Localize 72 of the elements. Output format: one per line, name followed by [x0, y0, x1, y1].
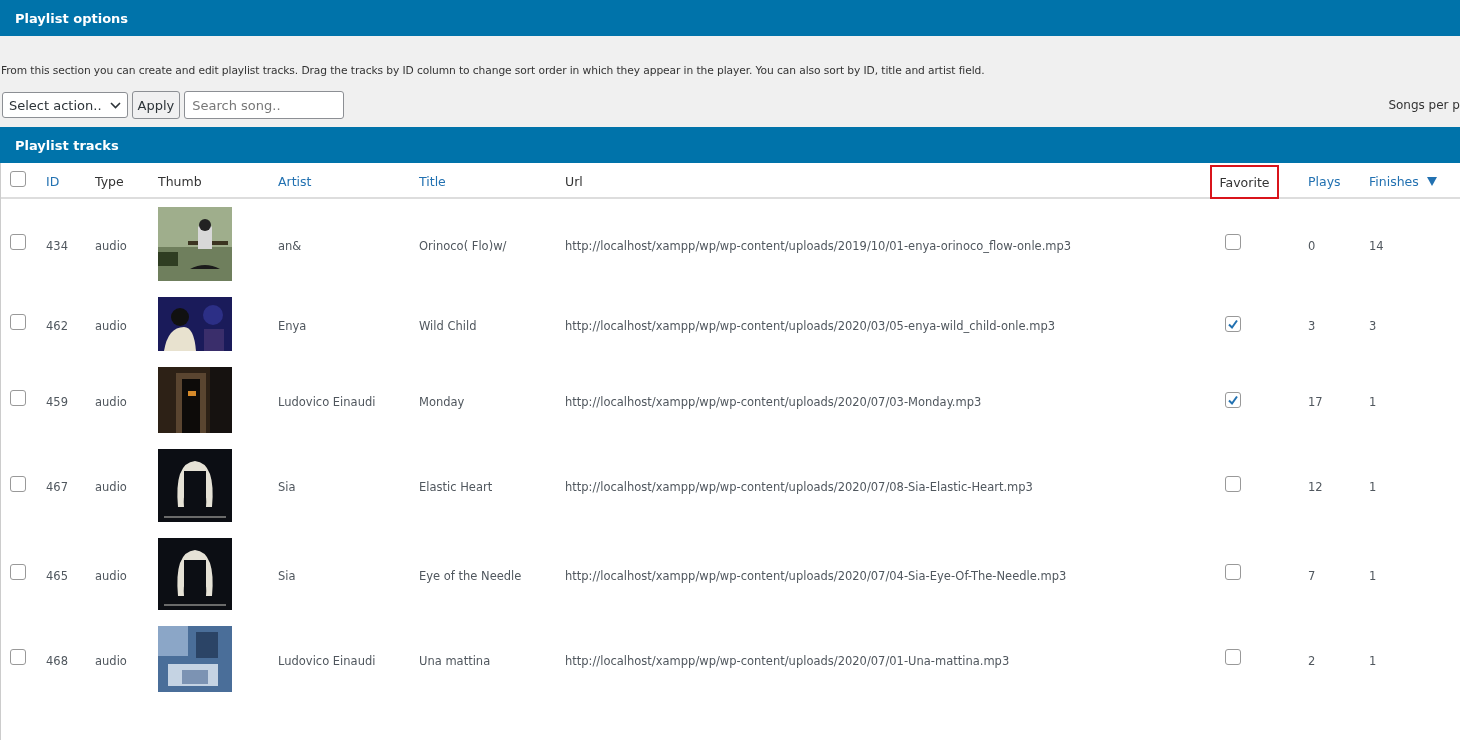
action-select[interactable]: Select action..	[2, 92, 128, 118]
column-header: Favorite	[1210, 165, 1279, 199]
column-header[interactable]: Plays	[1308, 173, 1369, 189]
url-cell: http://localhost/xampp/wp/wp-content/uploads/2019/10/01-enya-orinoco_flow-onle.mp3	[565, 238, 1072, 253]
type-cell: audio	[95, 653, 127, 668]
checkbox[interactable]	[1225, 475, 1241, 492]
artist-cell: Sia	[278, 480, 296, 494]
checkbox[interactable]	[10, 234, 26, 250]
column-header: Thumb	[158, 173, 203, 189]
artist-cell: Sia	[278, 568, 296, 583]
title-cell: Una mattina	[419, 653, 491, 668]
apply-button[interactable]: Apply	[131, 91, 181, 119]
column-header[interactable]: Finishes	[1369, 173, 1460, 189]
checkbox[interactable]	[10, 475, 26, 492]
title-cell: Wild Child	[419, 318, 477, 333]
plays-cell: 3	[1308, 318, 1316, 333]
title-cell: Monday	[419, 394, 465, 409]
plays-cell: 7	[1308, 568, 1316, 583]
checkbox[interactable]	[10, 564, 26, 580]
plays-cell: 0	[1308, 238, 1316, 253]
panel-title: Playlist tracks	[15, 137, 119, 153]
id-cell: 462	[46, 318, 68, 333]
type-cell: audio	[95, 394, 127, 409]
finishes-cell: 1	[1369, 394, 1377, 409]
artist-cell: Ludovico Einaudi	[278, 653, 376, 668]
plays-cell: 17	[1308, 394, 1323, 409]
id-cell: 465	[46, 568, 68, 583]
url-cell: http://localhost/xampp/wp/wp-content/uploads/2020/07/01-Una-mattina.mp3	[565, 653, 1010, 668]
checkbox[interactable]	[1225, 315, 1241, 332]
finishes-cell: 14	[1369, 238, 1384, 253]
type-cell: audio	[95, 238, 127, 253]
column-header[interactable]: ID	[46, 173, 95, 189]
type-cell: audio	[95, 480, 127, 494]
type-cell: audio	[95, 318, 127, 333]
checkbox[interactable]	[10, 171, 26, 187]
songs-per-page-label: Songs per p	[1388, 98, 1460, 112]
title-cell: Eye of the Needle	[419, 568, 522, 583]
search-field[interactable]: Search song..	[184, 91, 345, 119]
url-cell: http://localhost/xampp/wp/wp-content/uploads/2020/03/05-enya-wild_child-onle.mp3	[565, 318, 1055, 333]
finishes-cell: 1	[1369, 568, 1377, 583]
id-cell: 434	[46, 238, 68, 253]
chevron-down-icon	[109, 101, 121, 109]
column-header: Type	[95, 173, 125, 189]
column-header[interactable]: Artist	[278, 173, 419, 189]
description-text: From this section you can create and edit playlist tracks. Drag the tracks by ID column to change sort order in which they appear in the player. You can also sort by ID, title and artist field.	[1, 64, 986, 77]
checkbox[interactable]	[1225, 391, 1241, 408]
column-header: Url	[565, 173, 584, 189]
artist-cell: an&	[278, 238, 302, 253]
finishes-cell: 1	[1369, 480, 1377, 494]
column-header[interactable]: Title	[419, 173, 565, 189]
finishes-cell: 1	[1369, 653, 1377, 668]
plays-cell: 12	[1308, 480, 1323, 494]
checkbox[interactable]	[1225, 649, 1241, 665]
checkbox[interactable]	[1225, 234, 1241, 250]
finishes-cell: 3	[1369, 318, 1377, 333]
artist-cell: Ludovico Einaudi	[278, 394, 376, 409]
url-cell: http://localhost/xampp/wp/wp-content/uploads/2020/07/08-Sia-Elastic-Heart.mp3	[565, 480, 1033, 494]
title-cell: Orinoco( Flo)w/	[419, 238, 507, 253]
url-cell: http://localhost/xampp/wp/wp-content/uploads/2020/07/04-Sia-Eye-Of-The-Needle.mp3	[565, 568, 1067, 583]
title-cell: Elastic Heart	[419, 480, 493, 494]
checkbox[interactable]	[10, 649, 26, 665]
url-cell: http://localhost/xampp/wp/wp-content/uploads/2020/07/03-Monday.mp3	[565, 394, 982, 409]
panel-title: Playlist options	[15, 10, 129, 26]
checkbox[interactable]	[10, 314, 26, 330]
plays-cell: 2	[1308, 653, 1316, 668]
id-cell: 468	[46, 653, 68, 668]
artist-cell: Enya	[278, 318, 307, 333]
type-cell: audio	[95, 568, 127, 583]
checkbox[interactable]	[10, 390, 26, 406]
id-cell: 459	[46, 394, 68, 409]
id-cell: 467	[46, 480, 68, 494]
checkbox[interactable]	[1225, 564, 1241, 580]
